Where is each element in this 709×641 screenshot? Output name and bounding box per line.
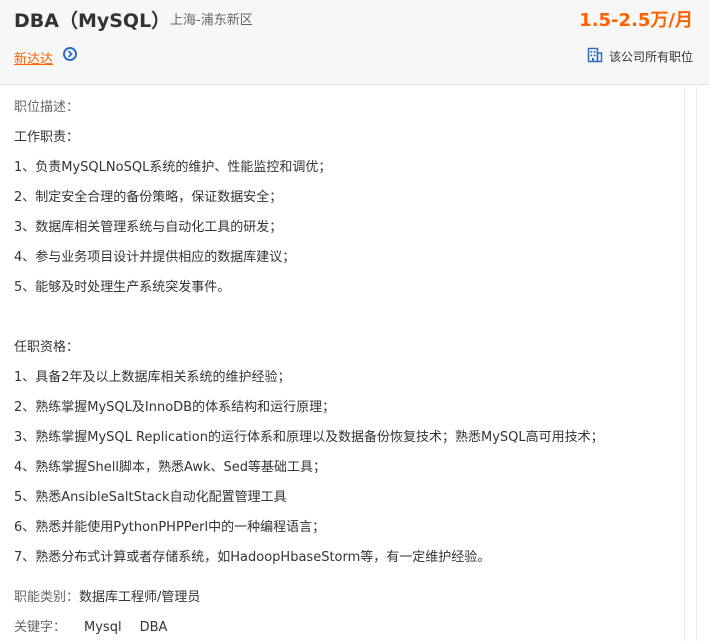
category-label: 职能类别： bbox=[14, 590, 80, 605]
divider bbox=[696, 86, 697, 641]
job-salary: 1.5-2.5万/月 bbox=[579, 10, 693, 31]
list-item: 6、熟悉并能使用PythonPHPPerl中的一种编程语言； bbox=[14, 520, 326, 535]
list-item: 2、制定安全合理的备份策略，保证数据安全； bbox=[14, 190, 283, 205]
keyword-tag[interactable]: DBA bbox=[140, 620, 168, 635]
divider bbox=[684, 86, 685, 641]
job-category: 职能类别：数据库工程师/管理员 bbox=[14, 586, 200, 605]
job-title: DBA（MySQL） bbox=[14, 10, 171, 32]
list-item: 1、具备2年及以上数据库相关系统的维护经验； bbox=[14, 370, 291, 385]
list-item: 2、熟练掌握MySQL及InnoDB的体系结构和运行原理； bbox=[14, 400, 336, 415]
keywords-label: 关键字： bbox=[14, 620, 67, 635]
list-item: 7、熟悉分布式计算或者存储系统，如HadoopHbaseStorm等，有一定维护… bbox=[14, 550, 491, 565]
chevron-right-circle-icon[interactable] bbox=[63, 47, 77, 61]
description-heading: 职位描述： bbox=[14, 100, 80, 115]
list-item: 4、参与业务项目设计并提供相应的数据库建议； bbox=[14, 250, 296, 265]
list-item: 5、熟悉AnsibleSaltStack自动化配置管理工具 bbox=[14, 490, 287, 505]
company-link[interactable]: 新达达 bbox=[14, 48, 53, 67]
list-item: 4、熟练掌握Shell脚本，熟悉Awk、Sed等基础工具； bbox=[14, 460, 327, 475]
job-location: 上海-浦东新区 bbox=[170, 13, 253, 28]
requirements-heading: 任职资格： bbox=[14, 340, 80, 355]
all-company-jobs-link[interactable]: 该公司所有职位 bbox=[609, 48, 693, 65]
keyword-tag[interactable]: Mysql bbox=[84, 620, 122, 635]
list-item: 3、数据库相关管理系统与自动化工具的研发； bbox=[14, 220, 283, 235]
duties-heading: 工作职责： bbox=[14, 130, 80, 145]
job-keywords: 关键字： Mysql DBA bbox=[14, 616, 167, 635]
category-value: 数据库工程师/管理员 bbox=[79, 590, 201, 605]
list-item: 1、负责MySQLNoSQL系统的维护、性能监控和调优； bbox=[14, 160, 332, 175]
list-item: 3、熟练掌握MySQL Replication的运行体系和原理以及数据备份恢复技… bbox=[14, 430, 604, 445]
building-icon bbox=[587, 47, 603, 67]
job-header: DBA（MySQL） 上海-浦东新区 1.5-2.5万/月 新达达 该公司所有职… bbox=[0, 0, 709, 85]
list-item: 5、能够及时处理生产系统突发事件。 bbox=[14, 280, 231, 295]
